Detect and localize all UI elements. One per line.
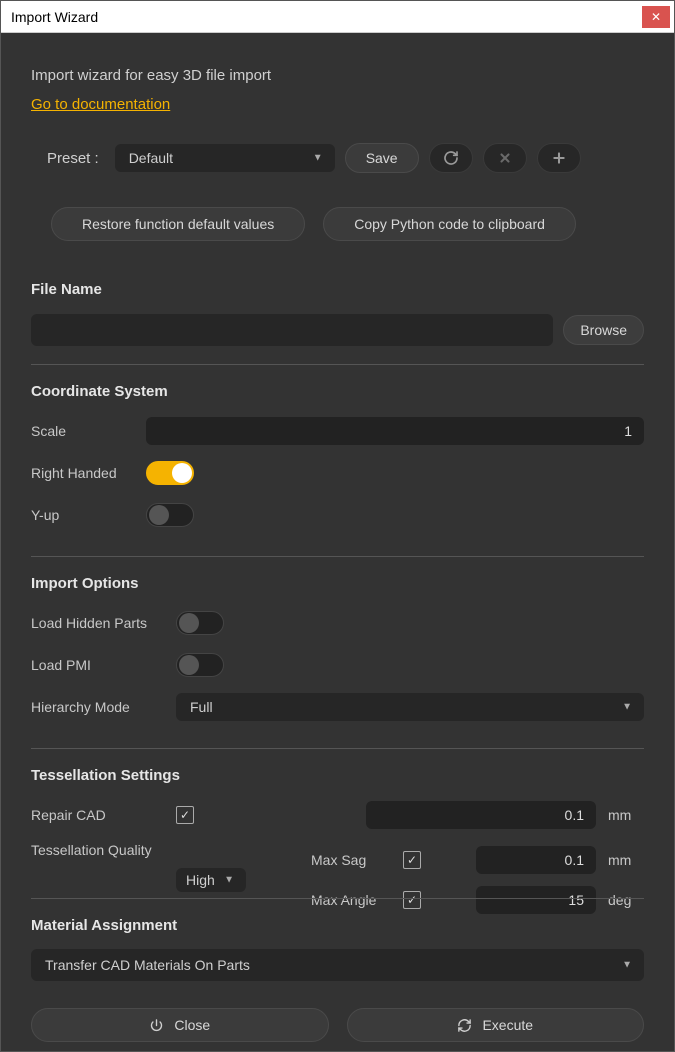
tessellation-quality-select[interactable]: High ▼ bbox=[176, 868, 246, 892]
add-preset-button[interactable] bbox=[537, 143, 581, 173]
hierarchy-mode-select[interactable]: Full ▼ bbox=[176, 693, 644, 721]
repair-cad-checkbox[interactable]: ✓ bbox=[176, 806, 194, 824]
close-button[interactable]: Close bbox=[31, 1008, 329, 1042]
max-sag-input[interactable] bbox=[476, 846, 596, 874]
repair-cad-label: Repair CAD bbox=[31, 807, 176, 823]
max-sag-label: Max Sag bbox=[311, 852, 391, 868]
preset-label: Preset : bbox=[47, 150, 99, 167]
load-pmi-label: Load PMI bbox=[31, 657, 176, 673]
right-handed-toggle[interactable] bbox=[146, 461, 194, 485]
max-sag-unit: mm bbox=[608, 852, 644, 868]
max-sag-checkbox[interactable]: ✓ bbox=[403, 851, 421, 869]
hierarchy-mode-label: Hierarchy Mode bbox=[31, 699, 176, 715]
chevron-down-icon: ▼ bbox=[224, 875, 234, 886]
titlebar: Import Wizard ✕ bbox=[1, 1, 674, 33]
yup-label: Y-up bbox=[31, 507, 146, 523]
window-title: Import Wizard bbox=[11, 9, 98, 25]
execute-button[interactable]: Execute bbox=[347, 1008, 645, 1042]
plus-icon bbox=[552, 151, 566, 165]
material-section-title: Material Assignment bbox=[31, 917, 644, 934]
material-assignment-select[interactable]: Transfer CAD Materials On Parts ▼ bbox=[31, 949, 644, 981]
file-name-section-title: File Name bbox=[31, 281, 644, 298]
refresh-icon bbox=[443, 150, 459, 166]
chevron-down-icon: ▼ bbox=[313, 153, 323, 164]
refresh-preset-button[interactable] bbox=[429, 143, 473, 173]
intro-text: Import wizard for easy 3D file import bbox=[31, 67, 644, 84]
import-options-section-title: Import Options bbox=[31, 575, 644, 592]
restore-defaults-button[interactable]: Restore function default values bbox=[51, 207, 305, 241]
tessellation-section-title: Tessellation Settings bbox=[31, 767, 644, 784]
load-pmi-toggle[interactable] bbox=[176, 653, 224, 677]
copy-python-button[interactable]: Copy Python code to clipboard bbox=[323, 207, 576, 241]
file-name-input[interactable] bbox=[31, 314, 553, 346]
chevron-down-icon: ▼ bbox=[622, 702, 632, 713]
close-icon: ✕ bbox=[651, 10, 661, 24]
max-angle-label: Max Angle bbox=[311, 892, 391, 908]
max-angle-checkbox[interactable]: ✓ bbox=[403, 891, 421, 909]
documentation-link[interactable]: Go to documentation bbox=[31, 96, 644, 113]
window-close-button[interactable]: ✕ bbox=[642, 6, 670, 28]
max-angle-unit: deg bbox=[608, 892, 644, 908]
repair-cad-unit: mm bbox=[608, 807, 644, 823]
power-icon bbox=[149, 1018, 164, 1033]
max-angle-input[interactable] bbox=[476, 886, 596, 914]
tessellation-quality-label: Tessellation Quality bbox=[31, 842, 281, 858]
delete-icon bbox=[498, 151, 512, 165]
scale-label: Scale bbox=[31, 423, 146, 439]
preset-select[interactable]: Default ▼ bbox=[115, 144, 335, 172]
load-hidden-toggle[interactable] bbox=[176, 611, 224, 635]
yup-toggle[interactable] bbox=[146, 503, 194, 527]
browse-button[interactable]: Browse bbox=[563, 315, 644, 345]
delete-preset-button[interactable] bbox=[483, 143, 527, 173]
scale-input[interactable] bbox=[146, 417, 644, 445]
dialog-content: Import wizard for easy 3D file import Go… bbox=[1, 33, 674, 1051]
save-preset-button[interactable]: Save bbox=[345, 143, 419, 173]
coordinate-section-title: Coordinate System bbox=[31, 383, 644, 400]
preset-value: Default bbox=[129, 150, 173, 166]
load-hidden-label: Load Hidden Parts bbox=[31, 615, 176, 631]
right-handed-label: Right Handed bbox=[31, 465, 146, 481]
repair-cad-value-input[interactable] bbox=[366, 801, 596, 829]
refresh-icon bbox=[457, 1018, 472, 1033]
chevron-down-icon: ▼ bbox=[622, 960, 632, 971]
